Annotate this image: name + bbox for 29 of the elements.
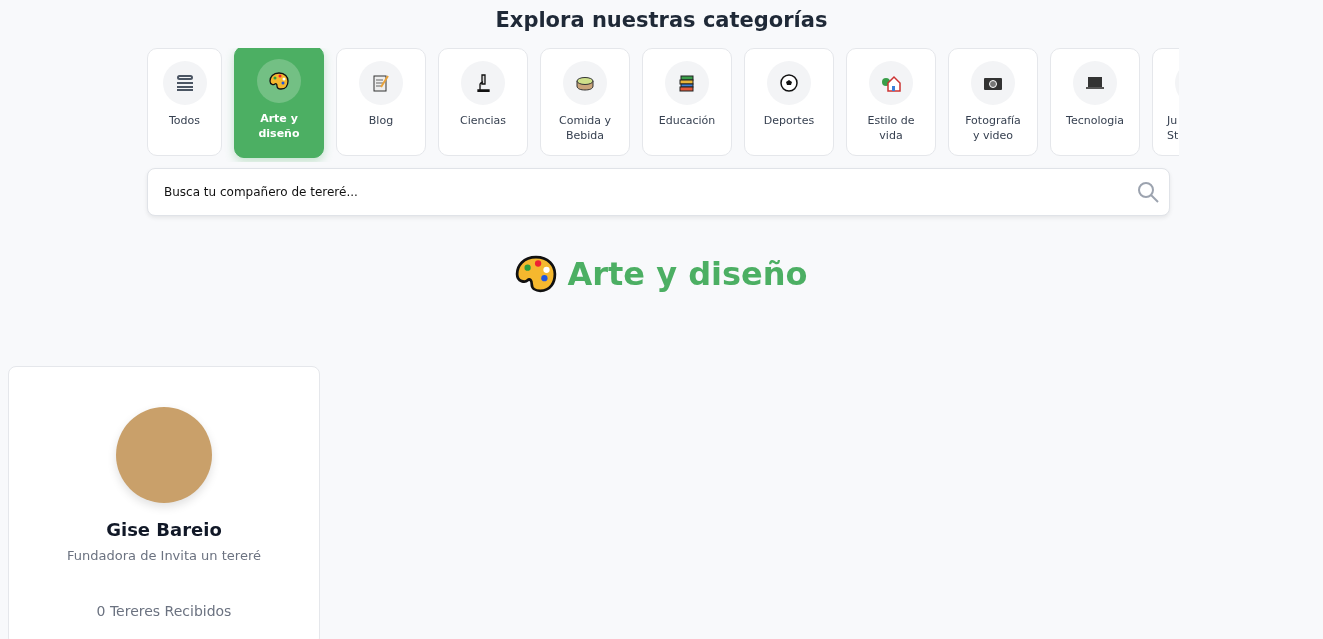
section-title: Arte y diseño: [567, 255, 808, 293]
category-tab[interactable]: Tecnologia: [1050, 48, 1140, 156]
search-icon: [1137, 181, 1159, 203]
category-tab[interactable]: Deportes: [744, 48, 834, 156]
memo-icon: [372, 74, 390, 92]
profile-role: Fundadora de Invita un tereré: [67, 548, 261, 563]
category-tab[interactable]: Todos: [147, 48, 222, 156]
category-tab[interactable]: Ju St: [1152, 48, 1179, 156]
profile-name: Gise Bareio: [106, 519, 222, 540]
search-field[interactable]: Busca tu compañero de tereré...: [147, 168, 1170, 216]
house-icon: [881, 74, 901, 92]
camera-icon: [983, 75, 1003, 91]
category-tab[interactable]: Comida y Bebida: [540, 48, 630, 156]
microscope-icon: [475, 74, 491, 92]
search-input[interactable]: Busca tu compañero de tereré...: [162, 184, 1137, 200]
page-heading: Explora nuestras categorías: [494, 8, 829, 34]
category-tab[interactable]: Fotografía y video: [948, 48, 1038, 156]
category-tab[interactable]: Estilo de vida: [846, 48, 936, 156]
category-tab[interactable]: Blog: [336, 48, 426, 156]
list-icon: [174, 75, 195, 91]
category-tab[interactable]: Ciencias: [438, 48, 528, 156]
books-icon: [678, 74, 696, 92]
soccer-ball-icon: [780, 74, 798, 92]
received-count: 0 Tereres Recibidos: [96, 603, 232, 619]
category-tab[interactable]: Educación: [642, 48, 732, 156]
laptop-icon: [1085, 75, 1105, 91]
bowl-icon: [575, 75, 595, 91]
palette-icon: [515, 254, 558, 294]
palette-icon: [269, 72, 289, 90]
